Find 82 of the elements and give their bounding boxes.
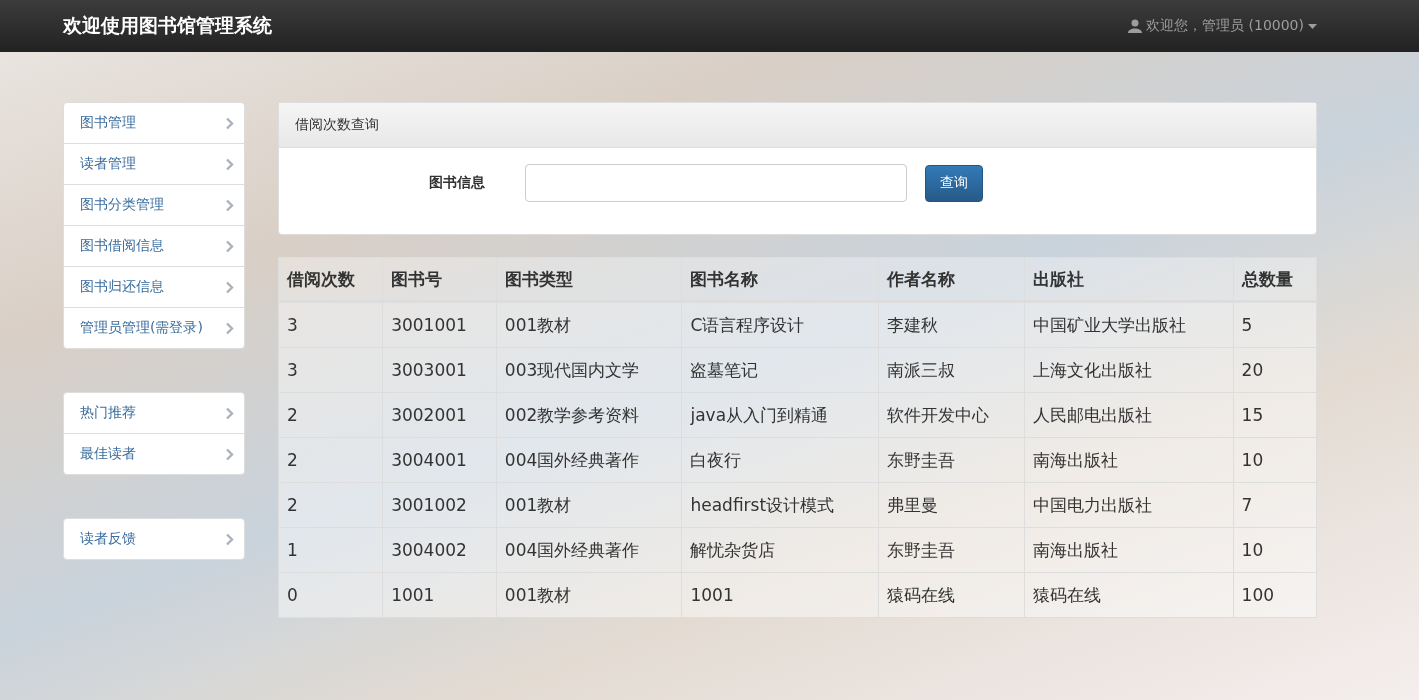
table-cell: 1001 (681, 572, 879, 618)
user-icon (1128, 19, 1143, 33)
table-cell: 2 (278, 437, 383, 483)
table-cell: 3001002 (382, 482, 497, 528)
table-cell: 1 (278, 527, 383, 573)
table-cell: 001教材 (496, 482, 682, 528)
table-cell: 猿码在线 (878, 572, 1025, 618)
app-title: 欢迎使用图书馆管理系统 (63, 13, 272, 38)
sidebar-item[interactable]: 管理员管理(需登录) (64, 307, 244, 348)
chevron-right-icon (225, 321, 234, 335)
chevron-right-icon (225, 532, 234, 546)
field-label: 图书信息 (429, 174, 486, 192)
chevron-right-icon (225, 116, 234, 130)
search-field[interactable] (525, 164, 907, 202)
chevron-right-icon (225, 406, 234, 420)
table-cell: 10 (1233, 437, 1317, 483)
table-cell: 南海出版社 (1024, 437, 1234, 483)
search-button[interactable]: 查询 (925, 164, 983, 202)
sidebar-item[interactable]: 读者反馈 (64, 519, 244, 559)
table-cell: headfirst设计模式 (681, 482, 879, 528)
table-cell: 弗里曼 (878, 482, 1025, 528)
table-cell: 南派三叔 (878, 347, 1025, 393)
table-cell: 中国矿业大学出版社 (1024, 301, 1234, 348)
table-cell: 0 (278, 572, 383, 618)
table-cell: 3 (278, 301, 383, 348)
column-header: 出版社 (1024, 257, 1234, 302)
table-cell: 3001001 (382, 301, 497, 348)
table-cell: 3003001 (382, 347, 497, 393)
panel-title: 借阅次数查询 (279, 103, 1316, 148)
column-header: 图书类型 (496, 257, 682, 302)
table-cell: 猿码在线 (1024, 572, 1234, 618)
table-cell: 004国外经典著作 (496, 437, 682, 483)
column-header: 图书名称 (681, 257, 879, 302)
table-cell: 软件开发中心 (878, 392, 1025, 438)
sidebar-item[interactable]: 最佳读者 (64, 433, 244, 474)
chevron-right-icon (225, 239, 234, 253)
table-cell: 15 (1233, 392, 1317, 438)
table-cell: 东野圭吾 (878, 437, 1025, 483)
table-cell: 3002001 (382, 392, 497, 438)
sidebar-item[interactable]: 热门推荐 (64, 393, 244, 433)
table-cell: 20 (1233, 347, 1317, 393)
chevron-right-icon (225, 198, 234, 212)
table-cell: 7 (1233, 482, 1317, 528)
table-cell: 003现代国内文学 (496, 347, 682, 393)
table-cell: 2 (278, 392, 383, 438)
table-cell: 中国电力出版社 (1024, 482, 1234, 528)
sidebar-item[interactable]: 图书分类管理 (64, 184, 244, 225)
sidebar-item[interactable]: 图书归还信息 (64, 266, 244, 307)
sidebar-item[interactable]: 图书管理 (64, 103, 244, 143)
table-cell: 001教材 (496, 572, 682, 618)
table-cell: java从入门到精通 (681, 392, 879, 438)
sidebar-item[interactable]: 读者管理 (64, 143, 244, 184)
table-cell: 3004001 (382, 437, 497, 483)
table-cell: 南海出版社 (1024, 527, 1234, 573)
table-cell: 10 (1233, 527, 1317, 573)
table-cell: 004国外经典著作 (496, 527, 682, 573)
table-cell: 解忧杂货店 (681, 527, 879, 573)
table-cell: 001教材 (496, 301, 682, 348)
table-cell: 1001 (382, 572, 497, 618)
table-cell: 5 (1233, 301, 1317, 348)
chevron-right-icon (225, 280, 234, 294)
table-cell: 李建秋 (878, 301, 1025, 348)
column-header: 图书号 (382, 257, 497, 302)
table-cell: 东野圭吾 (878, 527, 1025, 573)
table-cell: 100 (1233, 572, 1317, 618)
table-cell: 白夜行 (681, 437, 879, 483)
column-header: 借阅次数 (278, 257, 383, 302)
table-cell: 人民邮电出版社 (1024, 392, 1234, 438)
table-cell: C语言程序设计 (681, 301, 879, 348)
table-cell: 002教学参考资料 (496, 392, 682, 438)
chevron-right-icon (225, 447, 234, 461)
table-cell: 上海文化出版社 (1024, 347, 1234, 393)
table-cell: 3004002 (382, 527, 497, 573)
sidebar-item[interactable]: 图书借阅信息 (64, 225, 244, 266)
chevron-right-icon (225, 157, 234, 171)
table-cell: 2 (278, 482, 383, 528)
column-header: 作者名称 (878, 257, 1025, 302)
table-cell: 盗墓笔记 (681, 347, 879, 393)
column-header: 总数量 (1233, 257, 1317, 302)
user-menu[interactable]: 欢迎您，管理员 (10000) (1128, 17, 1317, 35)
table-cell: 3 (278, 347, 383, 393)
caret-icon (1308, 23, 1317, 29)
